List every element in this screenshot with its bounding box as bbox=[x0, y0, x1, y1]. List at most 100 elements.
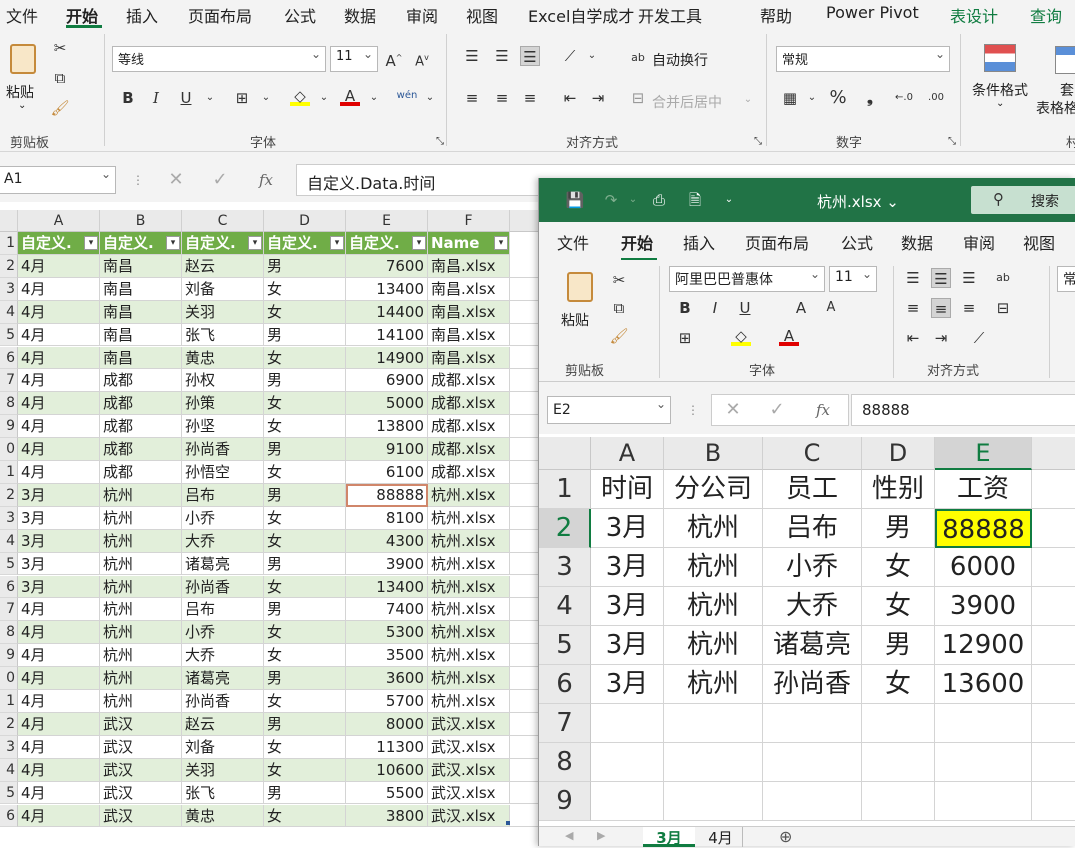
table-cell[interactable]: 女 bbox=[264, 621, 346, 645]
table-cell[interactable]: 女 bbox=[264, 690, 346, 713]
increase-decimal-icon[interactable]: ←.0 bbox=[894, 88, 914, 108]
table-cell[interactable]: 4月 bbox=[18, 461, 100, 484]
cell[interactable] bbox=[664, 782, 763, 821]
table-cell[interactable]: 4月 bbox=[18, 277, 100, 301]
table-cell[interactable]: 13400 bbox=[346, 575, 428, 599]
paste-label[interactable]: 粘贴 bbox=[561, 310, 589, 330]
column-header[interactable]: B bbox=[100, 210, 182, 232]
row-header[interactable]: 9 bbox=[0, 644, 18, 668]
decrease-indent-icon[interactable]: ⇤ bbox=[560, 88, 580, 108]
table-cell[interactable]: 诸葛亮 bbox=[182, 667, 264, 690]
table-cell[interactable]: 杭州.xlsx bbox=[428, 552, 510, 576]
row-header[interactable]: 6 bbox=[539, 665, 591, 704]
table-cell[interactable]: 男 bbox=[264, 598, 346, 622]
cancel-icon[interactable]: ✕ bbox=[166, 170, 186, 190]
cell[interactable]: 工资 bbox=[935, 470, 1032, 509]
table-cell[interactable]: 杭州 bbox=[100, 552, 182, 576]
scroll-right-icon[interactable]: ▶ bbox=[597, 829, 605, 842]
cell[interactable] bbox=[591, 782, 664, 821]
table-cell[interactable]: 4月 bbox=[18, 438, 100, 461]
table-cell[interactable]: 成都.xlsx bbox=[428, 461, 510, 484]
align-top-icon[interactable]: ☰ bbox=[462, 46, 482, 66]
underline-button[interactable]: U bbox=[176, 88, 196, 108]
cell[interactable] bbox=[862, 743, 935, 782]
cell[interactable] bbox=[1032, 743, 1075, 782]
table-cell[interactable]: 3月 bbox=[18, 529, 100, 553]
cell[interactable] bbox=[935, 743, 1032, 782]
table-cell[interactable]: 13400 bbox=[346, 277, 428, 301]
table-header-cell[interactable]: Name ▾ bbox=[428, 232, 510, 255]
table-cell[interactable]: 杭州 bbox=[100, 575, 182, 599]
cell[interactable] bbox=[1032, 587, 1075, 626]
cell[interactable]: 3900 bbox=[935, 587, 1032, 626]
cell[interactable]: 大乔 bbox=[763, 587, 862, 626]
table-cell[interactable]: 杭州.xlsx bbox=[428, 598, 510, 622]
table-cell[interactable] bbox=[510, 415, 538, 439]
table-cell[interactable] bbox=[510, 461, 538, 484]
table-cell[interactable] bbox=[510, 255, 538, 278]
increase-font-icon[interactable]: A bbox=[791, 298, 811, 318]
number-format-select[interactable]: 常规 bbox=[776, 46, 950, 72]
cell[interactable]: 13600 bbox=[935, 665, 1032, 704]
cell[interactable]: 小乔 bbox=[763, 548, 862, 587]
print-preview-icon[interactable]: ⎙ bbox=[649, 190, 669, 210]
enter-icon[interactable]: ✓ bbox=[767, 400, 787, 420]
scroll-left-icon[interactable]: ◀ bbox=[565, 829, 573, 842]
ribbon-tab[interactable]: 插入 bbox=[683, 230, 715, 254]
number-format-select[interactable]: 常 bbox=[1057, 266, 1075, 292]
cell[interactable]: 女 bbox=[862, 587, 935, 626]
cell[interactable]: 分公司 bbox=[664, 470, 763, 509]
sheet-tab[interactable]: 4月 bbox=[699, 827, 743, 847]
table-cell[interactable] bbox=[510, 507, 538, 530]
menu-tab[interactable]: 表设计 bbox=[950, 3, 998, 27]
merge-icon[interactable]: ⊟ bbox=[993, 298, 1013, 318]
increase-indent-icon[interactable]: ⇥ bbox=[588, 88, 608, 108]
table-cell[interactable]: 杭州 bbox=[100, 483, 182, 507]
row-header[interactable]: 4 bbox=[0, 300, 18, 324]
table-cell[interactable]: 杭州 bbox=[100, 621, 182, 645]
table-cell[interactable]: 4月 bbox=[18, 621, 100, 645]
orientation-icon[interactable]: ⟋ bbox=[560, 46, 580, 66]
table-cell[interactable]: 杭州.xlsx bbox=[428, 483, 510, 507]
table-cell[interactable]: 武汉 bbox=[100, 758, 182, 782]
dialog-launcher-icon[interactable]: ⤡ bbox=[942, 132, 962, 152]
table-cell[interactable]: 男 bbox=[264, 323, 346, 347]
table-cell[interactable]: 南昌.xlsx bbox=[428, 254, 510, 278]
name-box[interactable]: A1 bbox=[0, 166, 116, 194]
table-cell[interactable]: 孙权 bbox=[182, 369, 264, 393]
align-top-icon[interactable]: ☰ bbox=[903, 268, 923, 288]
cell[interactable] bbox=[664, 704, 763, 743]
name-box[interactable]: E2 bbox=[547, 396, 671, 424]
table-cell[interactable]: 男 bbox=[264, 438, 346, 461]
bold-button[interactable]: B bbox=[675, 298, 695, 318]
table-cell[interactable] bbox=[510, 438, 538, 461]
align-bottom-icon[interactable]: ☰ bbox=[520, 46, 540, 66]
align-middle-icon[interactable]: ☰ bbox=[931, 268, 951, 288]
row-header[interactable]: 1 bbox=[0, 461, 18, 484]
table-cell[interactable]: 男 bbox=[264, 254, 346, 278]
table-cell[interactable] bbox=[510, 369, 538, 393]
format-as-table-icon[interactable] bbox=[1055, 46, 1075, 74]
align-right-icon[interactable]: ≡ bbox=[520, 88, 540, 108]
table-cell[interactable]: 4月 bbox=[18, 735, 100, 759]
table-cell[interactable]: 武汉 bbox=[100, 735, 182, 759]
row-header[interactable]: 3 bbox=[0, 506, 18, 530]
cell[interactable]: 3月 bbox=[591, 509, 664, 548]
row-header[interactable]: 1 bbox=[539, 470, 591, 509]
table-cell[interactable]: 7600 bbox=[346, 254, 428, 278]
format-painter-icon[interactable]: 🖌 bbox=[50, 98, 70, 118]
add-sheet-icon[interactable]: ⊕ bbox=[779, 827, 792, 846]
table-cell[interactable]: 孙尚香 bbox=[182, 438, 264, 461]
cell[interactable] bbox=[591, 704, 664, 743]
cell[interactable]: 杭州 bbox=[664, 626, 763, 665]
customize-toolbar-icon[interactable]: ⌄ bbox=[719, 190, 739, 210]
table-cell[interactable]: 武汉.xlsx bbox=[428, 804, 510, 828]
cell[interactable]: 女 bbox=[862, 548, 935, 587]
table-cell[interactable]: 成都 bbox=[100, 392, 182, 416]
font-color-icon[interactable]: A bbox=[340, 86, 360, 106]
ribbon-tab[interactable]: 审阅 bbox=[963, 230, 995, 254]
table-cell[interactable]: 杭州.xlsx bbox=[428, 644, 510, 668]
increase-font-icon[interactable]: A^ bbox=[384, 48, 404, 70]
cell[interactable]: 12900 bbox=[935, 626, 1032, 665]
menu-tab[interactable]: 视图 bbox=[466, 3, 498, 27]
